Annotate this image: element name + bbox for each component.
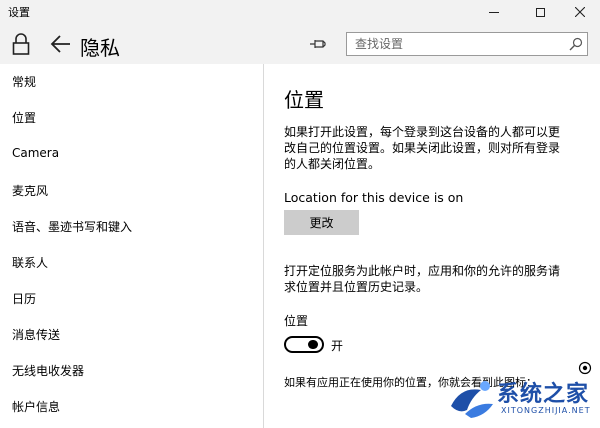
sidebar-item-location[interactable]: 位置: [12, 109, 36, 126]
change-button[interactable]: 更改: [284, 210, 359, 235]
minimize-icon: [489, 11, 499, 13]
location-toggle[interactable]: [284, 336, 324, 353]
sidebar-item-calendar[interactable]: 日历: [12, 290, 36, 307]
watermark-logo-icon: [451, 381, 493, 418]
watermark: 系统之家 XITONGZHIJIA.NET: [447, 370, 597, 426]
sidebar-item-messaging[interactable]: 消息传送: [12, 326, 60, 343]
minimize-button[interactable]: [474, 0, 514, 24]
maximize-icon: [535, 7, 545, 17]
sidebar-item-speech-inking[interactable]: 语音、墨迹书写和键入: [12, 218, 132, 235]
lock-icon: [12, 33, 30, 55]
location-toggle-label: 位置: [284, 314, 309, 328]
title-bar: 设置: [0, 0, 600, 24]
sidebar: 常规 位置 Camera 麦克风 语音、墨迹书写和键入 联系人 日历 消息传送 …: [0, 64, 264, 428]
sidebar-item-general[interactable]: 常规: [12, 73, 36, 90]
device-location-status: Location for this device is on: [284, 190, 464, 205]
sidebar-item-microphone[interactable]: 麦克风: [12, 182, 48, 199]
maximize-button[interactable]: [520, 0, 560, 24]
search-input[interactable]: [347, 33, 563, 55]
app-title: 设置: [8, 6, 30, 19]
sidebar-item-contacts[interactable]: 联系人: [12, 254, 48, 271]
close-button[interactable]: [560, 0, 600, 24]
search-icon[interactable]: [569, 37, 583, 51]
service-description-line-1: 打开定位服务为此帐户时，应用和你的允许的服务请: [284, 264, 561, 278]
toggle-knob: [308, 340, 318, 349]
toggle-state-label: 开: [331, 339, 344, 353]
search-box[interactable]: [346, 32, 588, 56]
service-description-line-2: 求位置并且位置历史记录。: [284, 280, 429, 294]
location-description-line-3: 的人都关闭位置。: [284, 157, 381, 171]
sidebar-item-camera[interactable]: Camera: [12, 146, 59, 160]
location-description-line-2: 改自己的位置设置。如果关闭此设置，则对所有登录: [284, 141, 561, 155]
watermark-text: 系统之家: [497, 382, 590, 407]
close-icon: [575, 7, 585, 17]
pin-icon[interactable]: [309, 38, 329, 50]
back-arrow-icon[interactable]: [50, 34, 72, 54]
location-description-line-1: 如果打开此设置，每个登录到这台设备的人都可以更: [284, 125, 561, 139]
sidebar-item-radios[interactable]: 无线电收发器: [12, 362, 84, 379]
section-title: 位置: [284, 88, 324, 112]
sidebar-item-account-info[interactable]: 帐户信息: [12, 398, 60, 415]
watermark-subtext: XITONGZHIJIA.NET: [501, 406, 591, 415]
page-title: 隐私: [80, 36, 120, 60]
header: 隐私: [0, 24, 600, 64]
